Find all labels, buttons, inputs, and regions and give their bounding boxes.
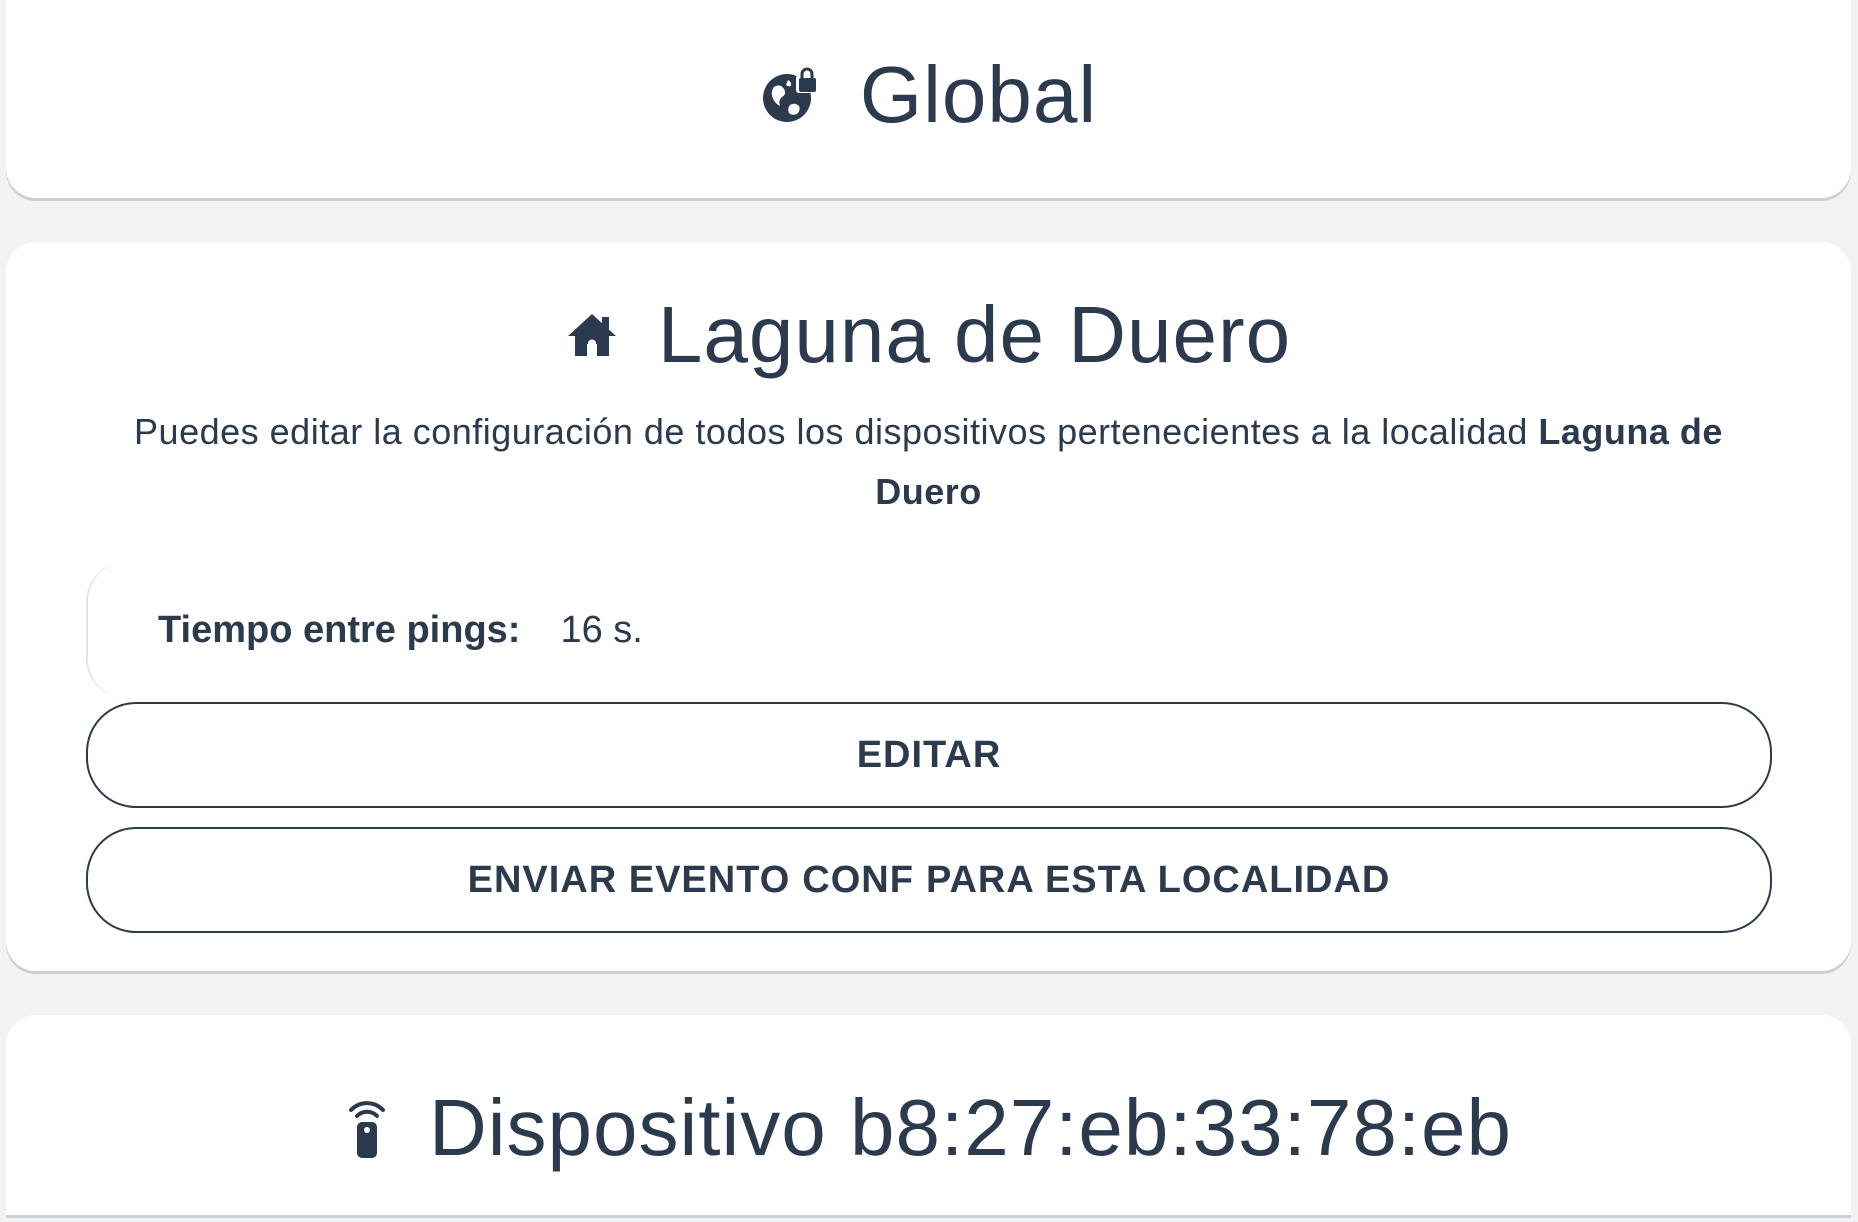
send-button-suffix: PARA ESTA LOCALIDAD	[925, 858, 1391, 901]
locality-card: Laguna de Duero Puedes editar la configu…	[6, 242, 1851, 971]
description-text: Puedes editar la configuración de todos …	[134, 411, 1528, 452]
edit-button-label: EDITAR	[856, 733, 1002, 776]
house-icon	[566, 312, 618, 358]
global-header: Global	[6, 50, 1851, 140]
locality-description: Puedes editar la configuración de todos …	[86, 402, 1771, 522]
send-button-prefix: ENVIAR EVENTO	[467, 858, 791, 901]
globe-lock-icon	[760, 65, 820, 125]
remote-signal-icon	[345, 1096, 389, 1160]
device-title: Dispositivo b8:27:eb:33:78:eb	[428, 1083, 1513, 1172]
send-conf-event-button[interactable]: ENVIAR EVENTO CONF PARA ESTA LOCALIDAD	[86, 827, 1772, 933]
locality-title: Laguna de Duero	[657, 290, 1292, 379]
global-title: Global	[859, 50, 1098, 139]
global-card: Global	[6, 0, 1851, 198]
device-header: Dispositivo b8:27:eb:33:78:eb	[6, 1073, 1851, 1183]
ping-interval-value: 16 s.	[560, 608, 643, 651]
device-card: Dispositivo b8:27:eb:33:78:eb	[6, 1015, 1851, 1215]
locality-header: Laguna de Duero	[6, 290, 1851, 380]
ping-interval-label: Tiempo entre pings:	[158, 608, 521, 651]
send-button-event-name: CONF	[802, 858, 914, 901]
ping-interval-setting: Tiempo entre pings: 16 s.	[86, 562, 1772, 698]
edit-button[interactable]: EDITAR	[86, 702, 1772, 808]
